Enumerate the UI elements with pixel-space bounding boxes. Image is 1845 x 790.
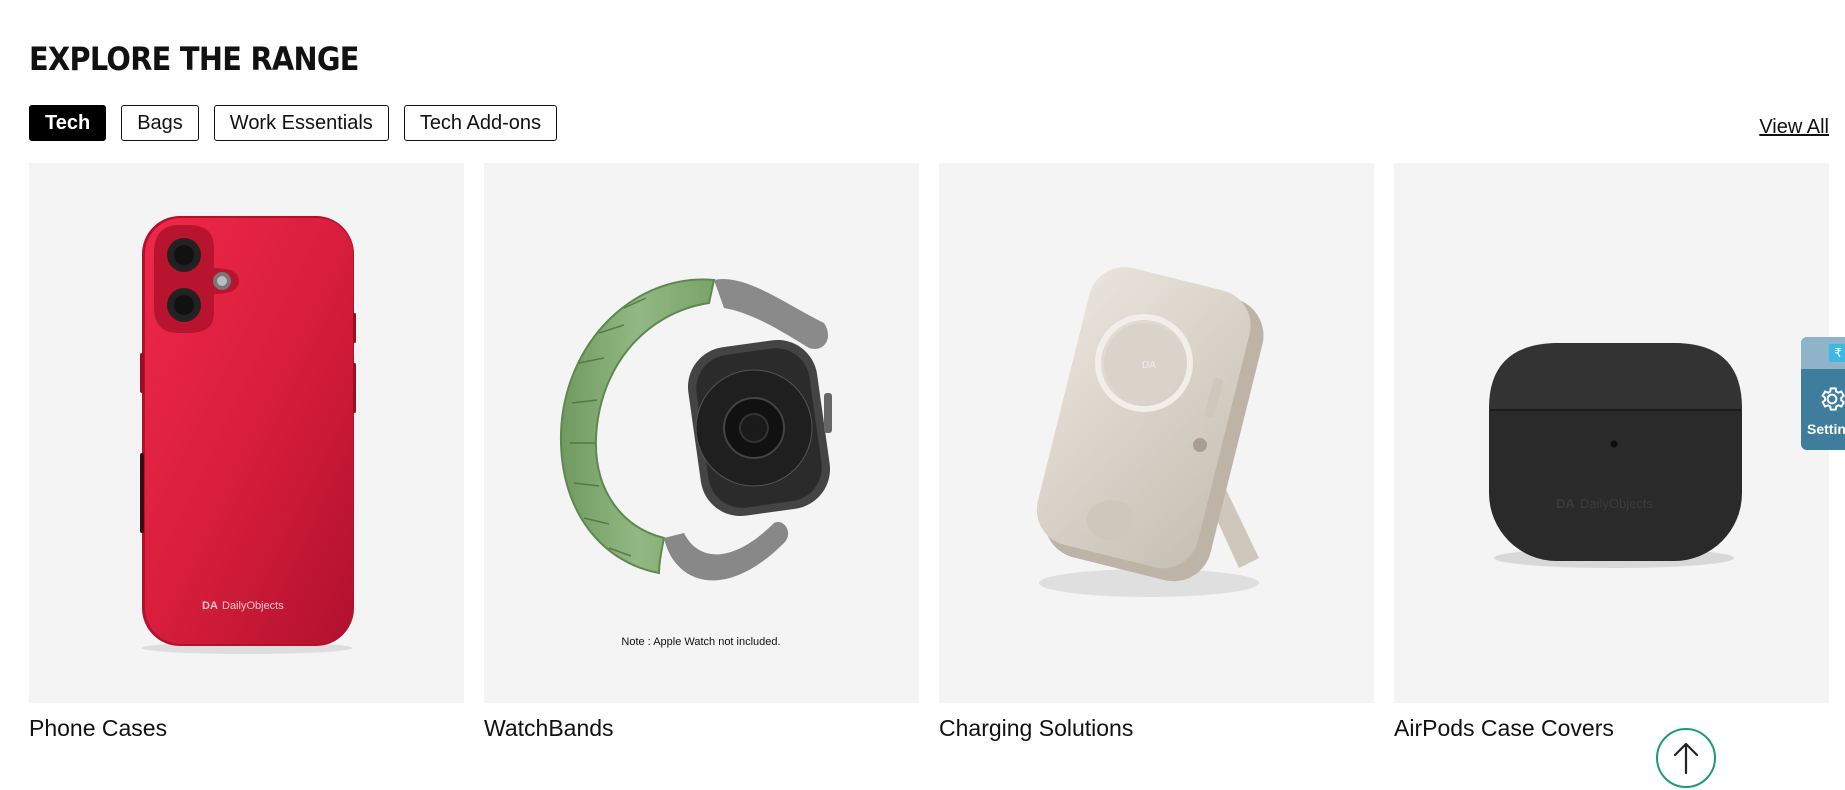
product-image-phone-case[interactable]: DA DailyObjects [29, 163, 464, 703]
category-tabs: Tech Bags Work Essentials Tech Add-ons [29, 105, 558, 141]
tab-bags[interactable]: Bags [121, 105, 199, 141]
scroll-to-top-button[interactable] [1656, 728, 1716, 788]
product-card-charging-solutions[interactable]: DA Charging Solutions [939, 163, 1374, 742]
product-grid: DA DailyObjects Phone Cases Note: Apple… [29, 163, 1829, 742]
svg-text:DA: DA [202, 600, 218, 612]
settings-widget[interactable]: ₹ Settings [1801, 337, 1845, 450]
svg-text:DA: DA [1556, 496, 1575, 511]
tab-tech-add-ons[interactable]: Tech Add-ons [403, 105, 558, 141]
product-title-airpods-case-covers[interactable]: AirPods Case Covers [1394, 715, 1829, 742]
product-title-charging-solutions[interactable]: Charging Solutions [939, 715, 1374, 742]
gear-icon [1821, 387, 1845, 411]
currency-strip[interactable]: ₹ [1801, 337, 1845, 369]
product-image-airpods-case[interactable]: DA DailyObjects [1394, 163, 1829, 703]
tab-tech[interactable]: Tech [29, 105, 107, 141]
product-card-phone-cases[interactable]: DA DailyObjects Phone Cases [29, 163, 464, 742]
section-title: EXPLORE THE RANGE [29, 40, 359, 78]
watch-note: Note : Apple Watch not included. [621, 636, 780, 648]
product-card-airpods-case-covers[interactable]: DA DailyObjects AirPods Case Covers [1394, 163, 1829, 742]
tab-work-essentials[interactable]: Work Essentials [213, 105, 389, 141]
dailyobjects-logo: DA DailyObjects [1556, 496, 1653, 511]
dailyobjects-logo: DA DailyObjects [202, 600, 284, 612]
product-title-watchbands[interactable]: WatchBands [484, 715, 919, 742]
view-all-link[interactable]: View All [1759, 116, 1829, 139]
settings-label: Settings [1807, 421, 1845, 437]
product-image-charger[interactable]: DA [939, 163, 1374, 703]
svg-text:DailyObjects: DailyObjects [222, 600, 284, 612]
rupee-icon: ₹ [1829, 344, 1845, 362]
svg-text:DailyObjects: DailyObjects [1580, 496, 1653, 511]
product-image-watchband[interactable]: Note : Apple Watch not included. [484, 163, 919, 703]
product-card-watchbands[interactable]: Note : Apple Watch not included. WatchBa… [484, 163, 919, 742]
arrow-up-icon [1673, 742, 1699, 775]
product-title-phone-cases[interactable]: Phone Cases [29, 715, 464, 742]
svg-text:DA: DA [1142, 360, 1156, 371]
